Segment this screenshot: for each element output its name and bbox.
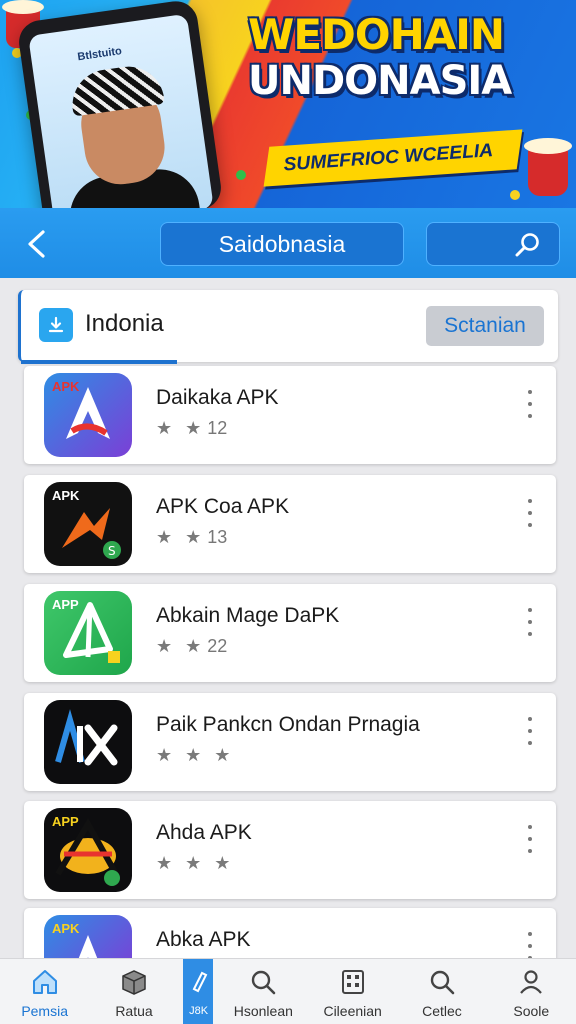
nav-label: Ratua [115,1003,153,1019]
app-name: APK Coa APK [156,495,290,518]
app-name: Daikaka APK [156,386,279,409]
nav-item-box[interactable]: Ratua [89,959,178,1024]
more-options-icon[interactable] [522,499,538,527]
top-toolbar: Saidobnasia [0,208,576,278]
nav-label: Hsonlean [233,1003,293,1019]
rating-count: 22 [207,636,228,656]
app-icon-tag: APK [52,379,80,394]
tab-indicator [21,360,177,364]
svg-text:S: S [108,544,116,558]
star-rating-icon: ★ ★ ★ [156,853,235,873]
app-name: Abkain Mage DaPK [156,604,340,627]
app-icon: S APK [44,482,132,566]
app-icon: APP [44,591,132,675]
app-icon [44,700,132,784]
scan-button-label: Sctanian [444,314,526,337]
nav-item-search-2[interactable]: Cetlec [397,959,486,1024]
promo-banner[interactable]: Btlstuito WEDOHAIN UNDONASIA SUMEFRIOC W… [0,0,576,208]
app-rating: ★ ★ ★ [156,853,234,874]
back-button[interactable] [14,222,58,266]
nav-label: Pemsia [21,1003,68,1019]
star-rating-icon: ★ ★ [156,418,206,438]
headline-line-2: UNDONASIA [248,58,512,104]
download-icon [39,308,73,342]
popcorn-cup-icon [524,138,572,196]
list-item[interactable]: APK Daikaka APK ★ ★ 12 [24,366,556,464]
more-options-icon[interactable] [522,932,538,960]
app-icon-tag: APK [52,488,80,503]
more-options-icon[interactable] [522,390,538,418]
headline-line-1: WEDOHAIN [248,10,505,59]
rating-count: 13 [207,527,228,547]
app-rating: ★ ★ 12 [156,418,227,439]
nav-label: Cetlec [422,1003,462,1019]
search-field-text: Saidobnasia [218,230,346,257]
app-name: Abka APK [156,928,251,951]
bottom-navigation: Pemsia Ratua J8K Hsonlean Cileenian Cetl… [0,958,576,1024]
nav-item-center[interactable]: J8K [179,959,219,1024]
list-item[interactable]: Paik Pankcn Ondan Prnagia ★ ★ ★ [24,693,556,791]
app-icon-tag: APK [52,921,80,936]
confetti-dot [236,170,246,180]
more-options-icon[interactable] [522,608,538,636]
calculator-icon [341,970,364,994]
rating-count: 12 [207,418,228,438]
star-rating-icon: ★ ★ ★ [156,745,235,765]
banner-headline: WEDOHAIN UNDONASIA [248,10,548,105]
app-rating: ★ ★ ★ [156,745,234,766]
search-button[interactable] [426,222,560,266]
nav-item-home[interactable]: Pemsia [0,959,89,1024]
list-item[interactable]: APP Abkain Mage DaPK ★ ★ 22 [24,584,556,682]
nav-item-calculator[interactable]: Cileenian [308,959,397,1024]
app-name: Ahda APK [156,821,252,844]
region-label: Indonia [85,310,164,337]
list-item[interactable]: S APK APK Coa APK ★ ★ 13 [24,475,556,573]
nav-item-search[interactable]: Hsonlean [219,959,308,1024]
banner-subheadline: SUMEFRIOC WCEELIA [263,129,523,187]
search-icon [252,970,276,995]
phone-mockup: Btlstuito [16,0,224,208]
more-options-icon[interactable] [522,717,538,745]
app-icon-tag: APP [52,597,79,612]
app-rating: ★ ★ 13 [156,527,227,548]
scan-button[interactable]: Sctanian [426,306,544,346]
star-rating-icon: ★ ★ [156,527,206,547]
nav-label: Cileenian [323,1003,382,1019]
star-rating-icon: ★ ★ [156,636,206,656]
search-icon [515,233,539,257]
home-icon [32,970,57,994]
confetti-dot [510,190,520,200]
app-icon: APK [44,373,132,457]
search-field[interactable]: Saidobnasia [160,222,404,266]
subheadline-text: SUMEFRIOC WCEELIA [282,140,494,176]
nav-label: J8K [189,1005,209,1017]
pen-icon [192,971,207,993]
box-icon [122,970,146,995]
region-filter-card: Indonia Sctanian [18,290,558,364]
phone-screen-label: Btlstuito [76,45,123,64]
search-icon [430,970,455,995]
app-icon: APP [44,808,132,892]
nav-label: Soole [513,1003,550,1019]
chevron-left-icon [28,230,45,258]
nav-item-profile[interactable]: Soole [487,959,576,1024]
list-item[interactable]: APP Ahda APK ★ ★ ★ [24,801,556,899]
more-options-icon[interactable] [522,825,538,853]
app-name: Paik Pankcn Ondan Prnagia [156,713,420,736]
app-icon-tag: APP [52,814,79,829]
app-rating: ★ ★ 22 [156,636,227,657]
user-icon [520,970,543,994]
